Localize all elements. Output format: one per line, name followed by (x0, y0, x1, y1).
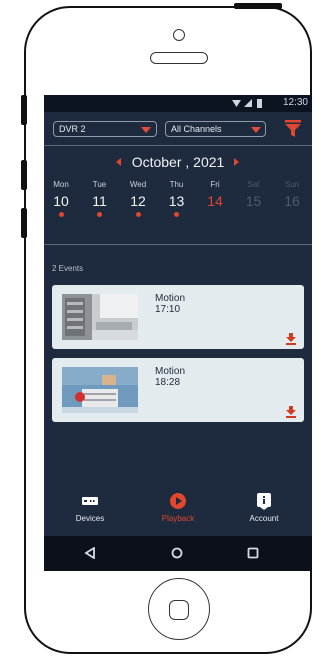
event-indicator-dot (135, 212, 141, 217)
calendar-date: 15 (245, 193, 262, 209)
calendar-weekday: Thu (169, 180, 184, 189)
week-calendar: October , 2021 Mon 10 Tue 11 Wed 12 Thu 13 Fri 14… (44, 145, 312, 245)
devices-icon (82, 497, 98, 505)
back-icon[interactable] (84, 547, 96, 559)
calendar-date: 13 (168, 193, 185, 209)
dvr-select-value: DVR 2 (59, 124, 86, 134)
event-time: 18:28 (155, 377, 181, 388)
calendar-weekday: Fri (210, 180, 220, 189)
tab-account-label: Account (249, 514, 279, 523)
event-card[interactable]: Motion 17:10 (52, 285, 304, 349)
tab-devices[interactable]: Devices (64, 490, 116, 530)
volume-up-button (21, 160, 27, 190)
event-card[interactable]: Motion 18:28 (52, 358, 304, 422)
calendar-date: 16 (284, 193, 300, 209)
home-circle-icon[interactable] (171, 547, 183, 559)
app-screen: 12:30 DVR 2 All Channels October , 2021 … (44, 95, 312, 571)
calendar-weekday: Sat (247, 180, 260, 189)
calendar-weekday: Tue (92, 180, 107, 189)
signal-icon (232, 99, 262, 108)
power-button (234, 3, 282, 9)
events-count: 2 Events (52, 264, 84, 273)
calendar-day-15: Sat 15 (239, 180, 269, 230)
channels-select[interactable]: All Channels (165, 121, 266, 137)
tab-playback-label: Playback (161, 514, 195, 523)
chevron-down-icon (251, 127, 261, 133)
download-icon[interactable] (285, 406, 297, 418)
status-bar: 12:30 (44, 95, 312, 112)
front-camera (173, 29, 185, 41)
calendar-date: 10 (53, 193, 69, 209)
event-indicator-dot (97, 212, 102, 217)
bottom-tab-bar: Devices Playback Account (44, 490, 312, 532)
calendar-weekday: Mon (53, 180, 69, 189)
calendar-day-13[interactable]: Thu 13 (162, 180, 192, 230)
event-indicator-dot (58, 212, 64, 217)
calendar-date: 11 (92, 193, 107, 209)
mute-switch (21, 95, 27, 125)
home-button-square-icon (169, 600, 189, 620)
volume-down-button (21, 208, 27, 238)
tab-devices-label: Devices (75, 514, 105, 523)
event-indicator-dot (174, 212, 179, 217)
calendar-day-10[interactable]: Mon 10 (46, 180, 76, 230)
calendar-weekday: Wed (129, 180, 147, 189)
status-time: 12:30 (282, 97, 308, 108)
event-time: 17:10 (155, 304, 181, 315)
event-thumbnail (62, 294, 138, 340)
calendar-day-16: Sun 16 (277, 180, 307, 230)
calendar-day-11[interactable]: Tue 11 (85, 180, 115, 230)
event-type: Motion (155, 366, 186, 377)
filter-icon[interactable] (283, 119, 303, 139)
calendar-weekday: Sun (284, 180, 300, 189)
tab-playback[interactable]: Playback (152, 490, 204, 530)
playback-icon (170, 493, 186, 509)
event-thumbnail (62, 367, 138, 413)
chevron-down-icon (141, 127, 151, 133)
recents-icon[interactable] (247, 547, 259, 559)
dvr-select[interactable]: DVR 2 (53, 121, 157, 137)
account-icon (257, 493, 271, 510)
calendar-day-12[interactable]: Wed 12 (123, 180, 153, 230)
next-month-icon[interactable] (234, 158, 239, 166)
calendar-date: 12 (130, 193, 146, 209)
earpiece-speaker (150, 52, 208, 64)
download-icon[interactable] (285, 333, 297, 345)
calendar-day-14[interactable]: Fri 14 (200, 180, 230, 230)
month-label: October , 2021 (131, 154, 225, 170)
tab-account[interactable]: Account (238, 490, 290, 530)
event-type: Motion (155, 293, 186, 304)
channels-select-value: All Channels (171, 124, 222, 134)
calendar-date: 14 (207, 193, 223, 209)
system-nav-bar (44, 536, 312, 571)
